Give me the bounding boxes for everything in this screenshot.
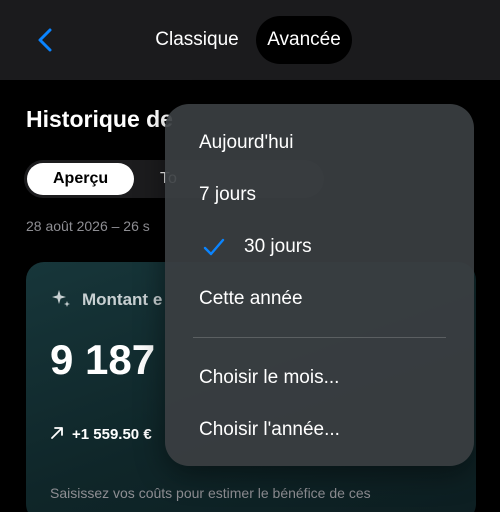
period-menu: Aujourd'hui 7 jours 30 jours Cette année…	[165, 104, 474, 466]
mode-advanced-button[interactable]: Avancée	[256, 16, 352, 64]
sparkle-icon	[52, 290, 70, 307]
checkmark-icon	[203, 238, 225, 256]
tab-apercu[interactable]: Aperçu	[27, 163, 135, 195]
page-title: Historique de	[26, 106, 173, 132]
card-label: Montant e	[82, 290, 163, 309]
mode-classic-button[interactable]: Classique	[146, 16, 248, 64]
top-bar: Classique Avancée	[0, 0, 500, 80]
menu-divider	[193, 337, 446, 338]
trend-value: +1 559.50 €	[72, 426, 152, 443]
menu-item-30-days[interactable]: 30 jours	[165, 221, 474, 273]
menu-item-7-days[interactable]: 7 jours	[165, 169, 474, 221]
menu-item-30-days-label: 30 jours	[244, 236, 312, 257]
date-range: 28 août 2026 – 26 s	[26, 218, 150, 234]
menu-item-choose-year[interactable]: Choisir l'année...	[165, 404, 474, 456]
menu-item-choose-month[interactable]: Choisir le mois...	[165, 352, 474, 404]
trend-row: +1 559.50 €	[50, 426, 152, 443]
card-hint: Saisissez vos coûts pour estimer le béné…	[50, 485, 371, 512]
menu-item-this-year[interactable]: Cette année	[165, 273, 474, 325]
card-value: 9 187	[50, 336, 156, 383]
arrow-up-right-icon	[51, 427, 63, 439]
back-chevron-icon[interactable]	[30, 24, 62, 56]
mode-switcher: Classique Avancée	[146, 16, 352, 64]
menu-item-today[interactable]: Aujourd'hui	[165, 117, 474, 169]
